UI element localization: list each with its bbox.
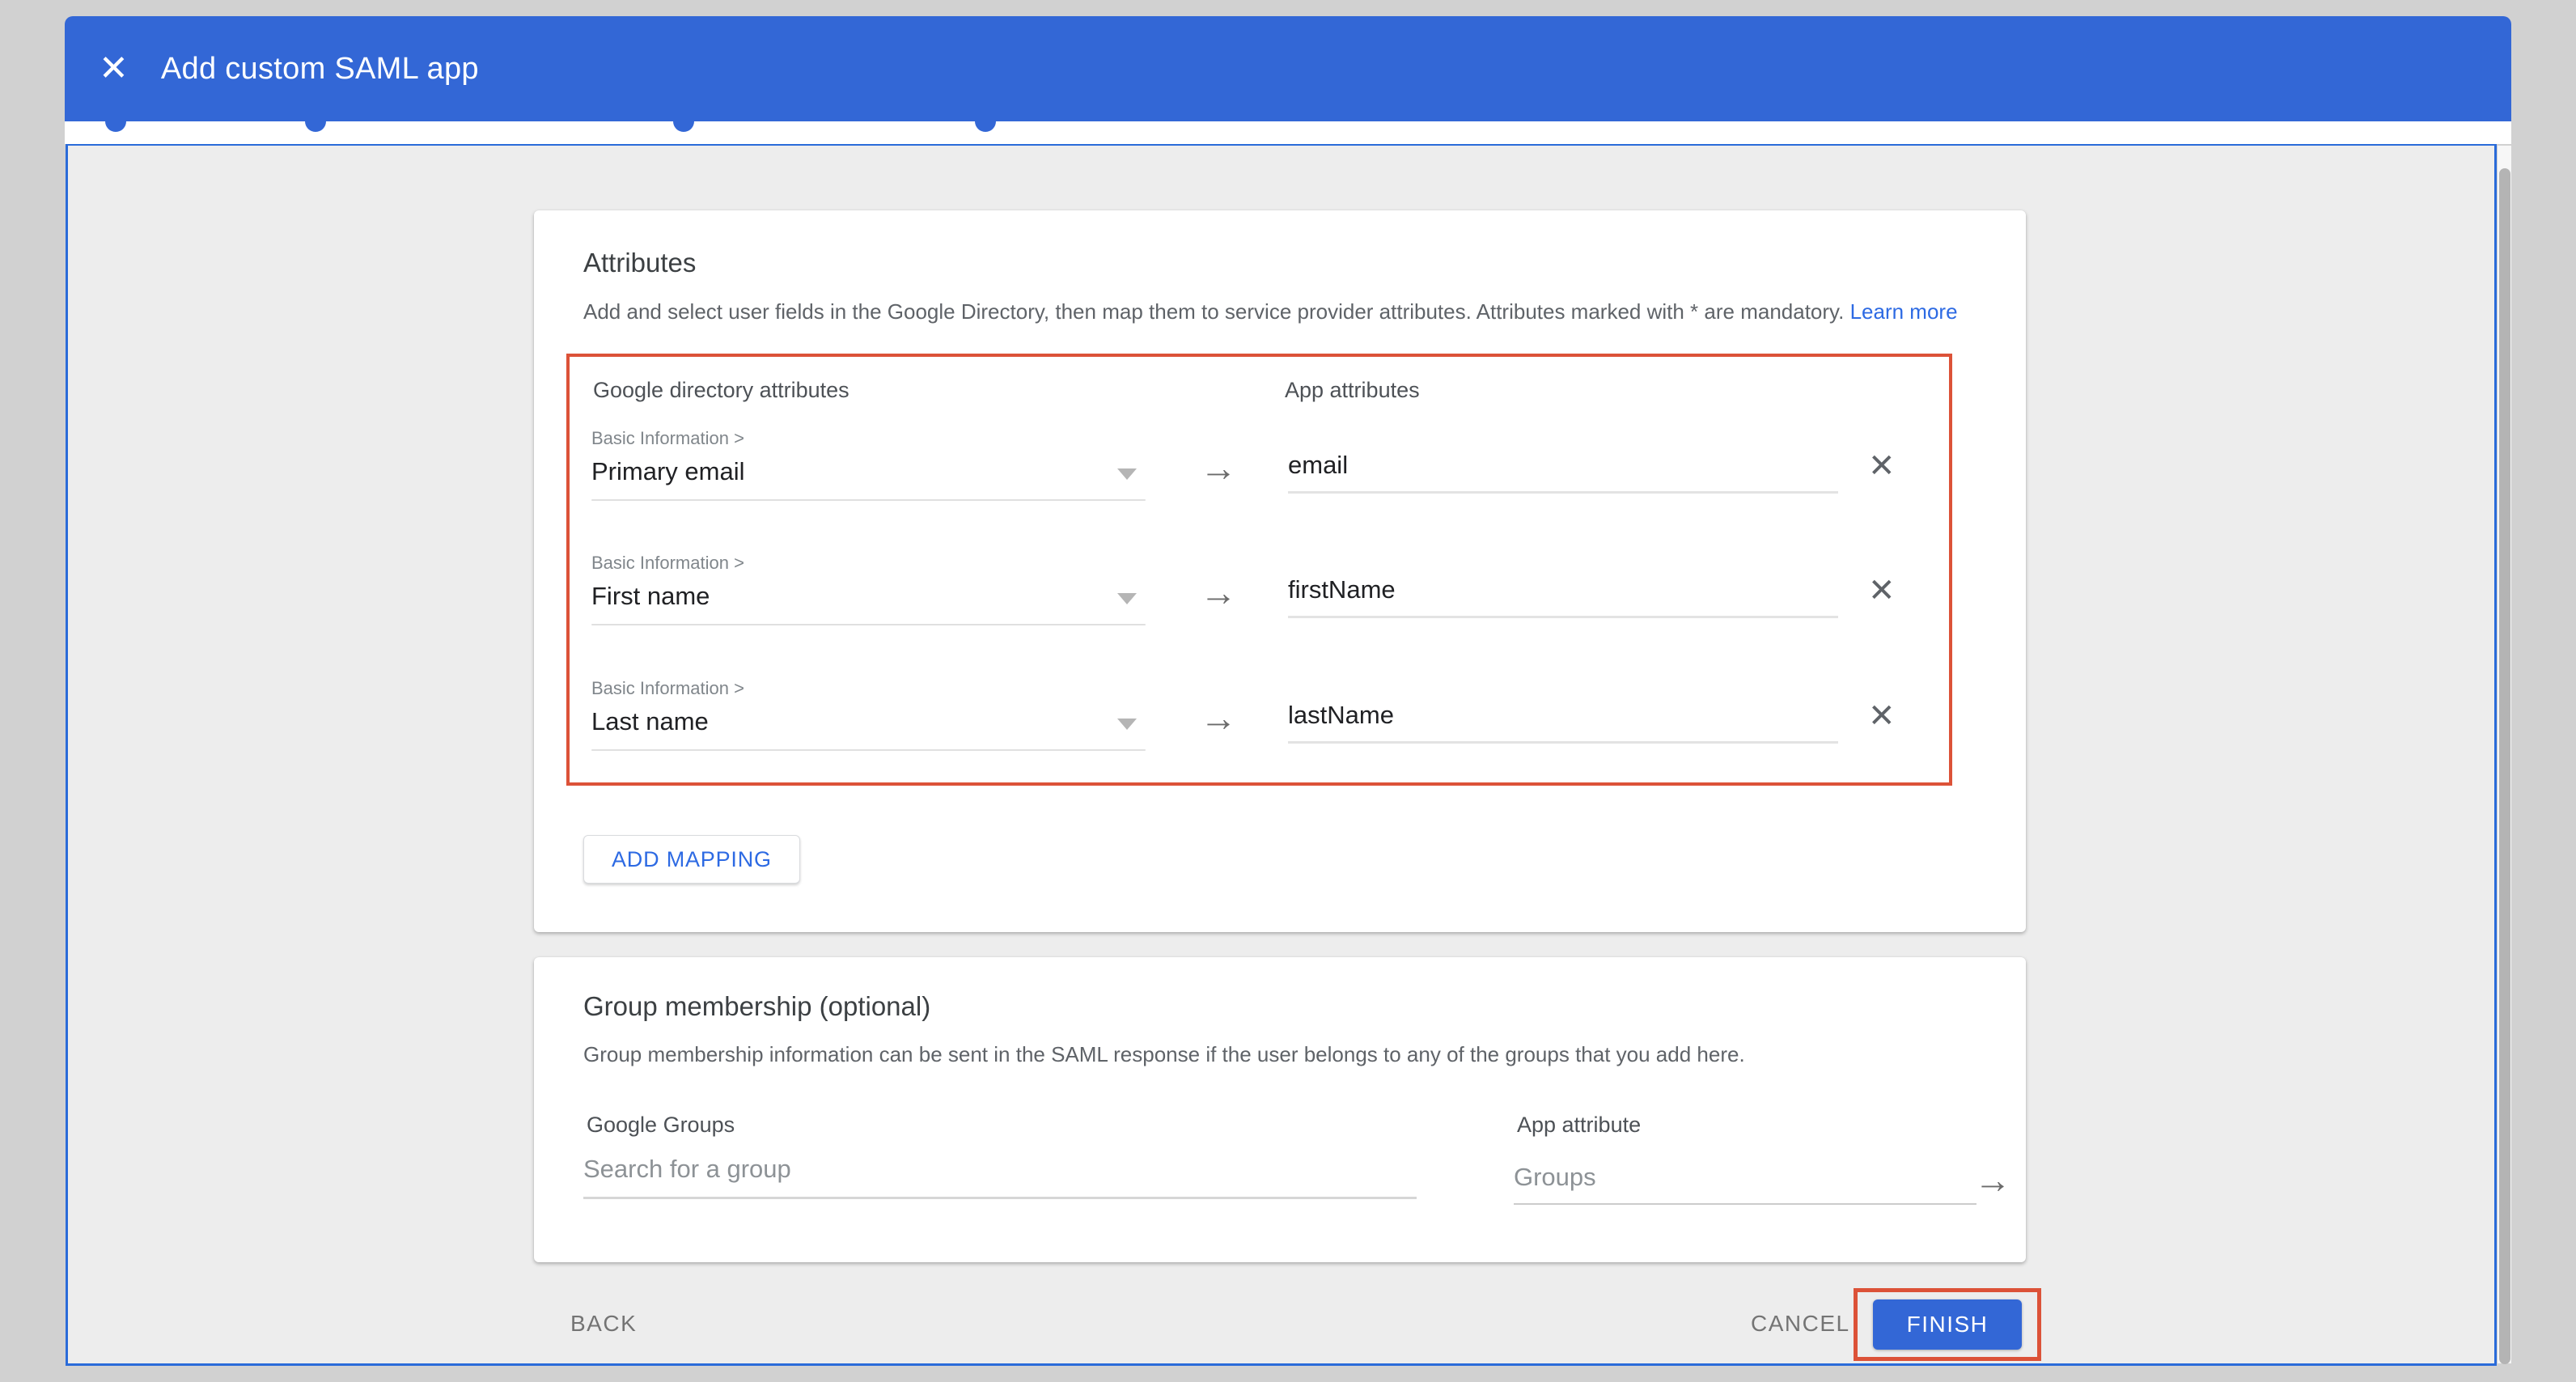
app-attribute-field	[1288, 701, 1838, 744]
group-app-attribute-field	[1514, 1163, 1976, 1205]
directory-field-select[interactable]: First name	[591, 582, 710, 611]
directory-category-label: Basic Information >	[591, 553, 744, 574]
attributes-description-text: Add and select user fields in the Google…	[583, 299, 1844, 324]
group-app-attribute-input[interactable]	[1514, 1163, 1976, 1203]
remove-mapping-icon[interactable]: ✕	[1868, 572, 1896, 609]
cancel-button[interactable]: CANCEL	[1751, 1311, 1850, 1337]
finish-button[interactable]: FINISH	[1873, 1299, 2022, 1350]
group-search-field	[583, 1155, 1417, 1199]
group-search-input[interactable]	[583, 1155, 1417, 1197]
chevron-down-icon[interactable]	[1117, 468, 1137, 480]
map-arrow-icon: →	[1200, 696, 1237, 740]
remove-mapping-icon[interactable]: ✕	[1868, 697, 1896, 735]
group-card-description: Group membership information can be sent…	[583, 1042, 1745, 1067]
mapping-row: Basic Information > Primary email → ✕	[591, 428, 1934, 549]
google-groups-label: Google Groups	[587, 1113, 735, 1138]
chevron-down-icon[interactable]	[1117, 719, 1137, 730]
attributes-card: Attributes Add and select user fields in…	[534, 210, 2026, 932]
google-directory-attributes-header: Google directory attributes	[593, 378, 849, 403]
group-arrow-icon: →	[1974, 1158, 2011, 1202]
dialog-header: ✕ Add custom SAML app	[65, 16, 2511, 121]
group-membership-card: Group membership (optional) Group member…	[534, 957, 2026, 1262]
mapping-annotation-box: Google directory attributes App attribut…	[566, 354, 1952, 786]
app-attribute-input[interactable]	[1288, 701, 1838, 741]
select-underline	[591, 499, 1146, 501]
directory-category-label: Basic Information >	[591, 428, 744, 449]
map-arrow-icon: →	[1200, 570, 1237, 614]
scrollbar-thumb[interactable]	[2499, 168, 2510, 1364]
mapping-row: Basic Information > First name → ✕	[591, 553, 1934, 674]
directory-field-select[interactable]: Last name	[591, 707, 709, 736]
app-attribute-field	[1288, 575, 1838, 618]
add-mapping-button[interactable]: ADD MAPPING	[583, 835, 800, 884]
back-button[interactable]: BACK	[570, 1311, 637, 1337]
group-card-title: Group membership (optional)	[583, 991, 930, 1022]
remove-mapping-icon[interactable]: ✕	[1868, 447, 1896, 485]
dialog-title: Add custom SAML app	[161, 52, 479, 87]
directory-field-select[interactable]: Primary email	[591, 457, 744, 486]
mapping-row: Basic Information > Last name → ✕	[591, 678, 1934, 799]
learn-more-link[interactable]: Learn more	[1850, 299, 1958, 324]
map-arrow-icon: →	[1200, 446, 1237, 490]
close-icon[interactable]: ✕	[99, 51, 129, 87]
finish-annotation-box: FINISH	[1854, 1288, 2041, 1361]
app-attribute-input[interactable]	[1288, 575, 1838, 616]
app-attribute-field	[1288, 451, 1838, 494]
chevron-down-icon[interactable]	[1117, 593, 1137, 604]
directory-category-label: Basic Information >	[591, 678, 744, 699]
select-underline	[591, 749, 1146, 751]
app-attribute-input[interactable]	[1288, 451, 1838, 491]
attributes-card-description: Add and select user fields in the Google…	[583, 299, 1958, 324]
select-underline	[591, 624, 1146, 625]
attributes-card-title: Attributes	[583, 248, 696, 278]
header-strip	[65, 121, 2511, 144]
app-attribute-label: App attribute	[1517, 1113, 1641, 1138]
app-attributes-header: App attributes	[1285, 378, 1420, 403]
